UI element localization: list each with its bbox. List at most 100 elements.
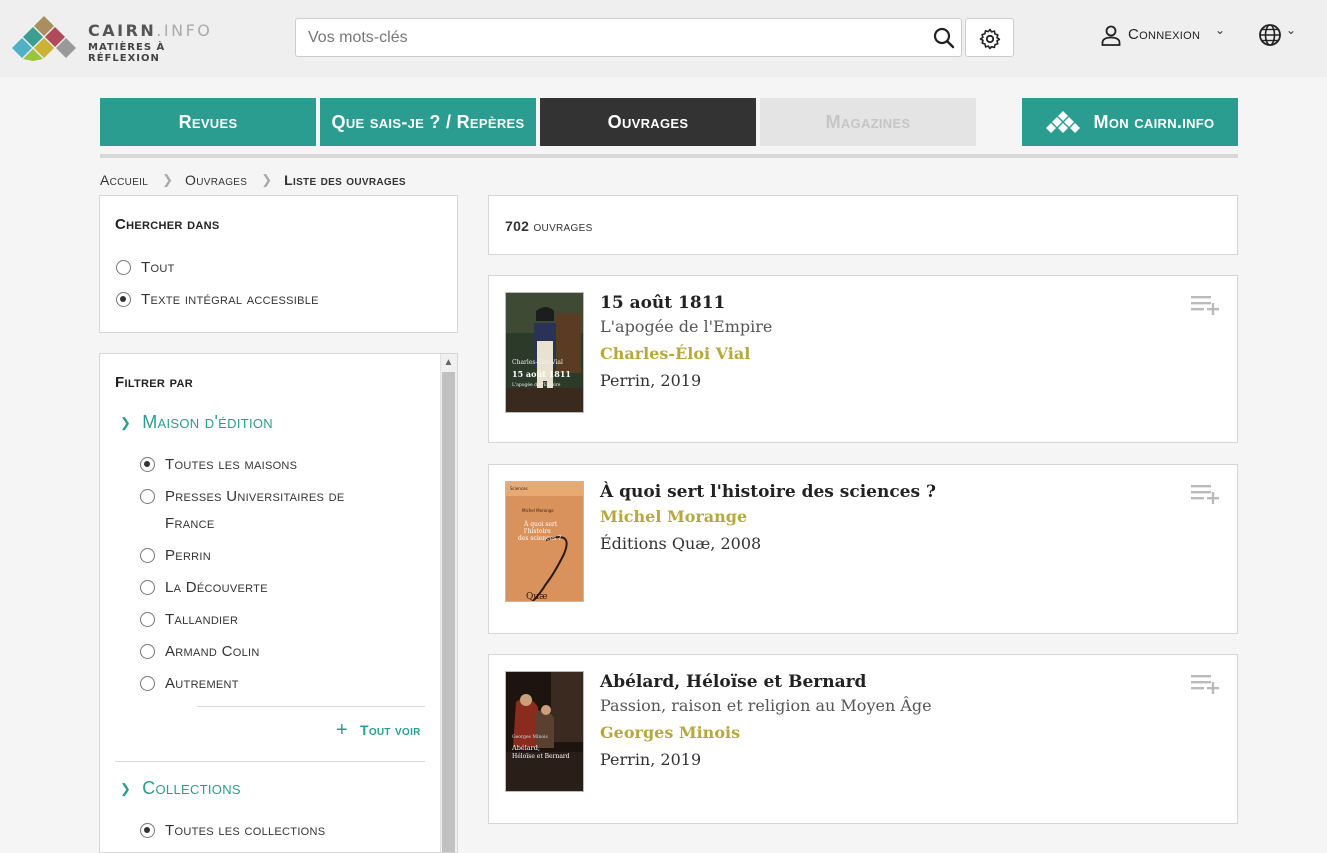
book-subtitle: Passion, raison et religion au Moyen Âge — [600, 696, 932, 715]
add-to-list-button[interactable] — [1191, 483, 1221, 505]
radio-button-selected[interactable] — [140, 457, 155, 472]
book-title[interactable]: 15 août 1811 — [600, 292, 772, 314]
radio-button[interactable] — [140, 644, 155, 659]
radio-label: Perrin — [165, 547, 212, 564]
cover-author: Georges Minois — [512, 734, 548, 740]
globe-icon — [1259, 24, 1281, 46]
collection-option[interactable]: Toutes les collections — [140, 822, 325, 839]
radio-button[interactable] — [116, 260, 131, 275]
cairn-diamonds-icon — [1045, 111, 1080, 133]
search-in-panel: Chercher dans Tout Texte intégral access… — [99, 195, 458, 333]
book-author[interactable]: Charles-Éloi Vial — [600, 340, 772, 367]
publisher-option[interactable]: La Découverte — [140, 579, 268, 596]
tabs-divider — [100, 154, 1238, 158]
publisher-option[interactable]: Presses Universitaires de France — [140, 488, 345, 537]
cover-title: À quoi sert — [523, 521, 558, 528]
results-count: 702 ouvrages — [505, 218, 593, 234]
cover-title: Abélard, — [511, 744, 540, 752]
chevron-down-icon: ⌄ — [1215, 23, 1226, 37]
book-info: À quoi sert l'histoire des sciences ? Mi… — [600, 481, 936, 557]
chevron-down-icon: ⌄ — [1286, 23, 1297, 37]
cover-author: Charles-Éloi Vial — [512, 358, 563, 366]
user-icon — [1101, 25, 1121, 46]
search-box — [295, 18, 962, 57]
chevron-right-icon: ❯ — [261, 172, 273, 187]
publisher-option[interactable]: Tallandier — [140, 611, 238, 628]
publisher-filter-toggle[interactable]: ❯ Maison d'édition — [120, 412, 273, 433]
chevron-right-icon: ❯ — [162, 172, 174, 187]
book-publisher: Perrin, 2019 — [600, 750, 702, 769]
radio-button[interactable] — [140, 580, 155, 595]
radio-label: Tallandier — [165, 611, 239, 628]
filter-title: Filtrer par — [115, 374, 193, 391]
radio-button[interactable] — [140, 548, 155, 563]
breadcrumb-current: Liste des ouvrages — [284, 172, 406, 188]
playlist-add-icon — [1191, 296, 1219, 315]
radio-label: Presses Universitaires de France — [165, 488, 345, 532]
book-card[interactable]: Charles-Éloi Vial 15 août 1811 L'apogée … — [488, 275, 1238, 443]
scroll-up-icon[interactable]: ▲ — [442, 356, 455, 369]
cover-title: 15 août 1811 — [512, 369, 571, 379]
radio-texte-integral[interactable]: Texte intégral accessible — [116, 291, 319, 308]
tab-que-sais-je[interactable]: Que sais-je ? / Repères — [320, 98, 536, 146]
radio-button-selected[interactable] — [116, 292, 131, 307]
book-publisher: Éditions Quæ, 2008 — [600, 534, 762, 553]
playlist-add-icon — [1191, 485, 1219, 504]
add-to-list-button[interactable] — [1191, 673, 1221, 695]
add-to-list-button[interactable] — [1191, 294, 1221, 316]
radio-label: Toutes les maisons — [165, 456, 298, 473]
book-card[interactable]: Sciences Michel Morange À quoi sert l'hi… — [488, 464, 1238, 634]
search-settings-button[interactable] — [965, 18, 1014, 57]
search-input[interactable] — [297, 20, 917, 55]
publisher-option[interactable]: Perrin — [140, 547, 211, 564]
language-menu[interactable]: ⌄ — [1258, 22, 1302, 48]
results-count-box: 702 ouvrages — [488, 195, 1238, 255]
cover-publisher: Quæ — [526, 592, 548, 602]
radio-label: Armand Colin — [165, 643, 260, 660]
radio-label: Toutes les collections — [165, 822, 326, 839]
breadcrumb-ouvrages[interactable]: Ouvrages — [185, 172, 247, 188]
tab-mon-cairn[interactable]: Mon cairn.info — [1022, 98, 1238, 146]
see-all-publishers-button[interactable]: + Tout voir — [336, 720, 421, 740]
top-header: CAIRN.INFO MATIÈRES À RÉFLEXION Connexio… — [0, 0, 1327, 77]
breadcrumb: Accueil ❯ Ouvrages ❯ Liste des ouvrages — [100, 170, 406, 190]
filter-scrollbar[interactable]: ▲ — [440, 354, 457, 852]
book-card[interactable]: Georges Minois Abélard, Héloïse et Berna… — [488, 654, 1238, 824]
book-title[interactable]: Abélard, Héloïse et Bernard — [600, 671, 932, 693]
publisher-option[interactable]: Autrement — [140, 675, 239, 692]
book-publisher: Perrin, 2019 — [600, 371, 702, 390]
collections-filter-toggle[interactable]: ❯ Collections — [120, 778, 241, 799]
publisher-option[interactable]: Armand Colin — [140, 643, 260, 660]
book-cover[interactable]: Charles-Éloi Vial 15 août 1811 L'apogée … — [505, 292, 584, 413]
tab-ouvrages[interactable]: Ouvrages — [540, 98, 756, 146]
book-author[interactable]: Michel Morange — [600, 503, 936, 530]
radio-tout[interactable]: Tout — [116, 259, 175, 276]
book-subtitle: L'apogée de l'Empire — [600, 317, 773, 336]
radio-button[interactable] — [140, 676, 155, 691]
book-cover[interactable]: Georges Minois Abélard, Héloïse et Berna… — [505, 671, 584, 792]
radio-label: Texte intégral accessible — [141, 291, 319, 308]
radio-button[interactable] — [140, 612, 155, 627]
breadcrumb-accueil[interactable]: Accueil — [100, 172, 148, 188]
divider — [115, 761, 425, 762]
search-button[interactable] — [931, 25, 957, 51]
radio-button[interactable] — [140, 489, 155, 504]
cover-subtitle: L'apogée de l'Empire — [512, 381, 561, 388]
book-cover[interactable]: Sciences Michel Morange À quoi sert l'hi… — [505, 481, 584, 602]
logo-diamonds-icon — [12, 16, 76, 61]
chevron-down-icon: ❯ — [120, 780, 132, 796]
tab-revues[interactable]: Revues — [100, 98, 316, 146]
publisher-option[interactable]: Toutes les maisons — [140, 456, 297, 473]
main-nav-tabs: Revues Que sais-je ? / Repères Ouvrages … — [100, 98, 1238, 146]
book-info: 15 août 1811 L'apogée de l'Empire Charle… — [600, 292, 772, 394]
login-label: Connexion — [1128, 26, 1201, 43]
cairn-logo[interactable]: CAIRN.INFO MATIÈRES À RÉFLEXION — [10, 15, 220, 64]
chevron-down-icon: ❯ — [120, 414, 132, 430]
book-author[interactable]: Georges Minois — [600, 719, 932, 746]
scroll-thumb[interactable] — [442, 372, 455, 852]
book-info: Abélard, Héloïse et Bernard Passion, rai… — [600, 671, 932, 773]
radio-button-selected[interactable] — [140, 823, 155, 838]
logo-tagline: MATIÈRES À RÉFLEXION — [88, 42, 166, 64]
book-title[interactable]: À quoi sert l'histoire des sciences ? — [600, 481, 936, 503]
svg-text:Sciences: Sciences — [510, 486, 528, 491]
